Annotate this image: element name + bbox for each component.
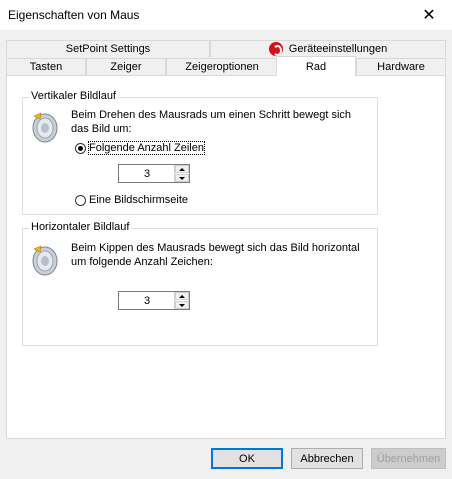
radio-indicator — [75, 194, 86, 206]
group-vertical-scroll: Vertikaler Bildlauf Beim Drehen des Maus… — [22, 90, 378, 215]
ok-button[interactable]: OK — [211, 448, 283, 469]
apply-button[interactable]: Übernehmen — [371, 448, 446, 469]
tab-tasten[interactable]: Tasten — [6, 58, 86, 75]
stepper-arrows — [174, 292, 189, 309]
tab-label: Zeiger — [110, 61, 142, 73]
desc-line: das Bild um: — [71, 123, 132, 135]
group-horizontal-scroll: Horizontaler Bildlauf Beim Kippen des Ma… — [22, 221, 378, 346]
mouse-wheel-icon — [32, 245, 58, 276]
arrow-down-icon — [179, 176, 185, 180]
tab-setpoint-settings[interactable]: SetPoint Settings — [6, 40, 210, 57]
close-button[interactable]: ✕ — [406, 0, 452, 30]
radio-label: Eine Bildschirmseite — [89, 194, 189, 206]
radio-label: Folgende Anzahl Zeilen — [88, 141, 205, 155]
arrow-down-icon — [179, 303, 185, 307]
chars-input[interactable] — [119, 292, 175, 309]
title-bar: Eigenschaften von Maus ✕ — [0, 0, 452, 30]
group-title: Vertikaler Bildlauf — [29, 90, 118, 102]
window-title: Eigenschaften von Maus — [8, 8, 140, 22]
tab-label: SetPoint Settings — [65, 43, 151, 55]
tab-hardware[interactable]: Hardware — [356, 58, 446, 75]
lines-input[interactable] — [119, 165, 175, 182]
desc-line: Beim Drehen des Mausrads um einen Schrit… — [71, 109, 352, 121]
horizontal-description: Beim Kippen des Mausrads bewegt sich das… — [71, 241, 360, 269]
stepper-up-button[interactable] — [175, 165, 189, 173]
stepper-up-button[interactable] — [175, 292, 189, 300]
logitech-logo-icon — [268, 42, 283, 56]
close-icon: ✕ — [422, 7, 436, 24]
tab-label: Zeigeroptionen — [185, 61, 259, 73]
tab-zeiger[interactable]: Zeiger — [86, 58, 166, 75]
tab-zeigeroptionen[interactable]: Zeigeroptionen — [166, 58, 278, 75]
desc-line: um folgende Anzahl Zeichen: — [71, 256, 213, 268]
stepper-down-button[interactable] — [175, 174, 189, 182]
cancel-button[interactable]: Abbrechen — [291, 448, 363, 469]
radio-indicator — [75, 142, 86, 154]
group-title: Horizontaler Bildlauf — [29, 221, 132, 233]
vertical-description: Beim Drehen des Mausrads um einen Schrit… — [71, 108, 351, 136]
tab-geraeteeinstellungen[interactable]: Geräteeinstellungen — [210, 40, 446, 57]
tab-label: Hardware — [377, 61, 425, 73]
radio-lines[interactable]: Folgende Anzahl Zeilen — [75, 141, 205, 155]
lines-stepper[interactable] — [118, 164, 190, 183]
tab-label: Tasten — [29, 61, 63, 73]
mouse-wheel-icon — [32, 112, 58, 143]
arrow-up-icon — [179, 167, 185, 171]
desc-line: Beim Kippen des Mausrads bewegt sich das… — [71, 242, 360, 254]
tab-label: Rad — [305, 60, 327, 73]
stepper-arrows — [174, 165, 189, 182]
arrow-up-icon — [179, 294, 185, 298]
tab-label: Geräteeinstellungen — [288, 43, 388, 55]
stepper-down-button[interactable] — [175, 301, 189, 309]
tab-panel-rad: Vertikaler Bildlauf Beim Drehen des Maus… — [6, 75, 446, 439]
chars-stepper[interactable] — [118, 291, 190, 310]
tab-rad[interactable]: Rad — [276, 56, 356, 76]
radio-page[interactable]: Eine Bildschirmseite — [75, 194, 188, 206]
